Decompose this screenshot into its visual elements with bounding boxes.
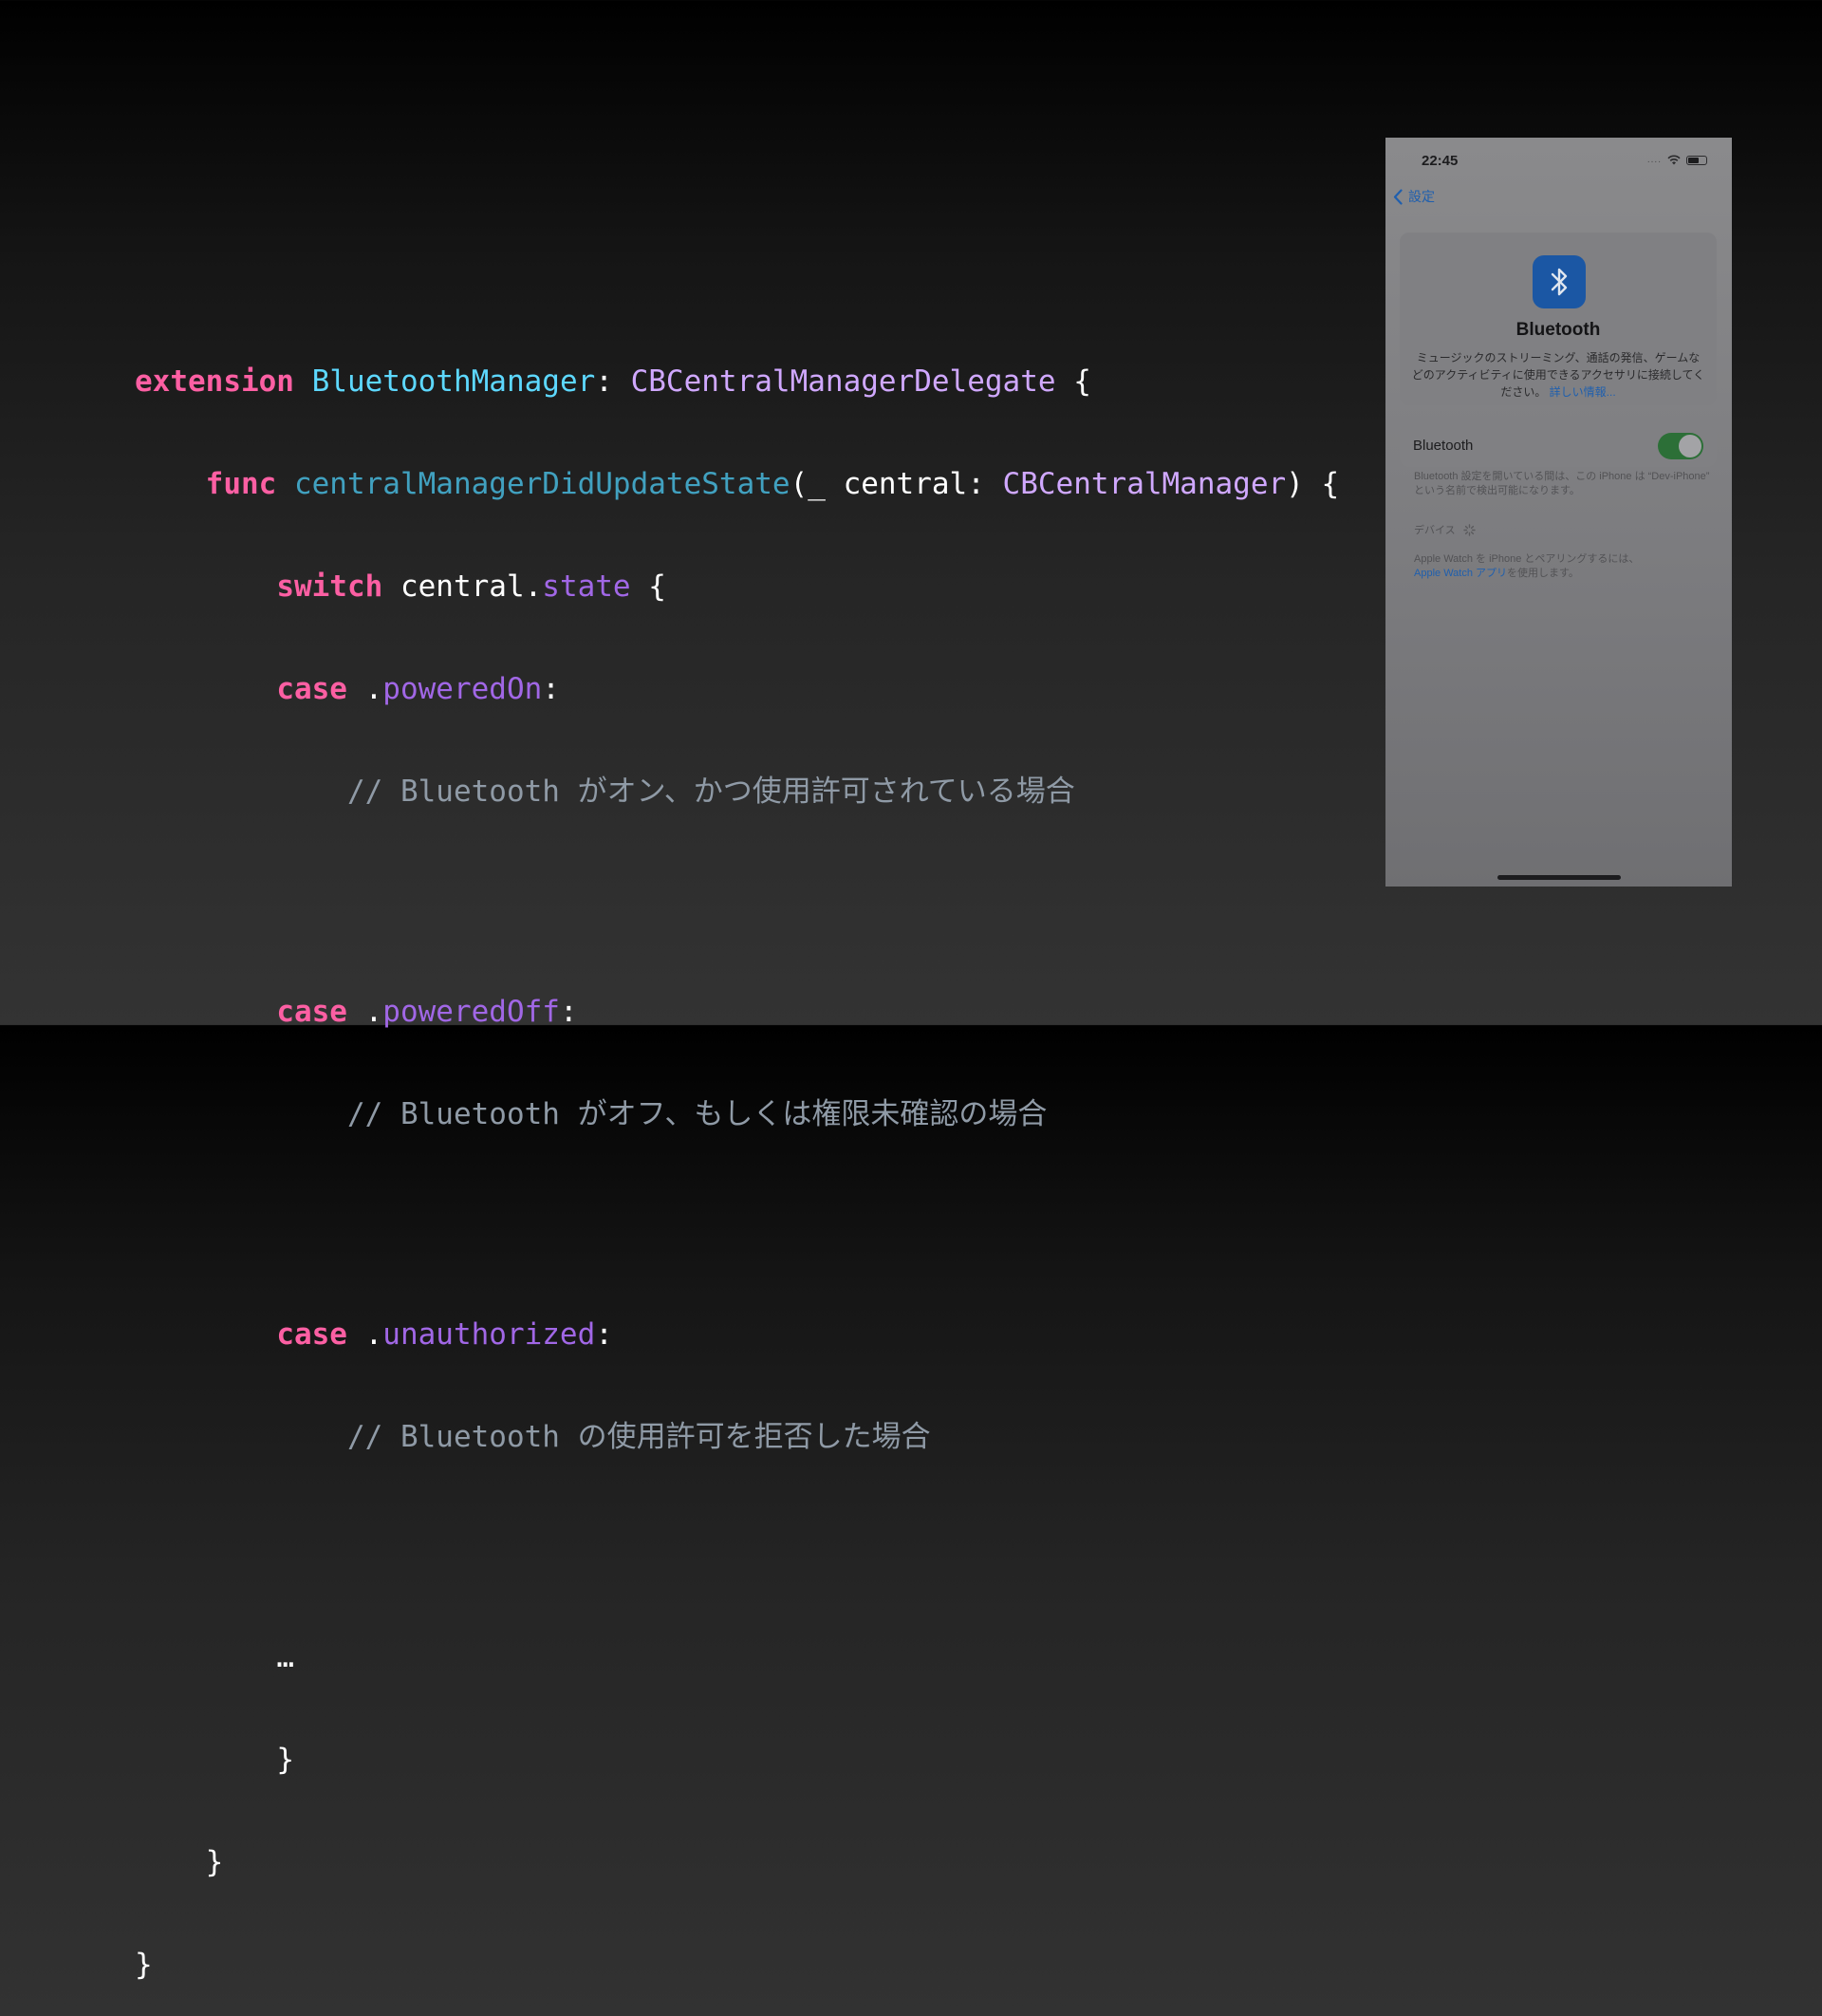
bluetooth-info-card: Bluetooth ミュージックのストリーミング、通話の発信、ゲームなどのアクテ… bbox=[1400, 233, 1717, 405]
battery-level bbox=[1688, 157, 1699, 163]
function-name: centralManagerDidUpdateState bbox=[293, 467, 790, 501]
phone-screenshot: 22:45 .... 設定 Bluetooth ミュージックのストリーミング、通… bbox=[1385, 138, 1732, 887]
home-indicator[interactable] bbox=[1497, 875, 1621, 880]
code-line-case-powered-on: case .poweredOn: bbox=[276, 672, 560, 706]
devices-header-label: デバイス bbox=[1414, 525, 1456, 536]
card-title: Bluetooth bbox=[1515, 320, 1601, 340]
protocol-name: CBCentralManagerDelegate bbox=[630, 364, 1056, 399]
param-type: CBCentralManager bbox=[1002, 467, 1287, 501]
code-line-close-switch: } bbox=[276, 1743, 294, 1777]
devices-section-header: デバイス bbox=[1414, 522, 1476, 537]
type-name: BluetoothManager bbox=[311, 364, 596, 399]
toggle-knob bbox=[1679, 435, 1701, 457]
code-line-close-func: } bbox=[205, 1845, 224, 1879]
keyword: case bbox=[276, 672, 347, 706]
bluetooth-toggle[interactable] bbox=[1658, 433, 1703, 459]
bluetooth-toggle-label: Bluetooth bbox=[1413, 438, 1474, 454]
code-line-func: func centralManagerDidUpdateState(_ cent… bbox=[205, 467, 1340, 501]
chevron-left-icon bbox=[1393, 188, 1403, 205]
code-line-case-unauthorized: case .unauthorized: bbox=[276, 1317, 613, 1352]
status-time: 22:45 bbox=[1422, 153, 1459, 169]
code-line-close-extension: } bbox=[135, 1948, 153, 1982]
signal-icon: .... bbox=[1646, 155, 1662, 165]
bluetooth-toggle-row: Bluetooth bbox=[1400, 425, 1717, 467]
member-name: state bbox=[542, 569, 631, 604]
code-comment: // Bluetooth がオン、かつ使用許可されている場合 bbox=[346, 775, 1075, 809]
apple-watch-app-link[interactable]: Apple Watch アプリ bbox=[1414, 568, 1507, 579]
bluetooth-icon bbox=[1551, 268, 1568, 296]
code-spacer bbox=[135, 1200, 1339, 1249]
enum-case: unauthorized bbox=[382, 1317, 596, 1352]
keyword: func bbox=[205, 467, 277, 501]
code-spacer bbox=[135, 1522, 1339, 1572]
code-line-comment: // Bluetooth がオフ、もしくは権限未確認の場合 bbox=[135, 1097, 1339, 1131]
keyword: switch bbox=[276, 569, 383, 604]
wifi-icon bbox=[1667, 155, 1681, 165]
enum-case: poweredOff bbox=[382, 995, 560, 1029]
battery-icon bbox=[1686, 155, 1707, 165]
code-line-ellipsis: … bbox=[276, 1640, 294, 1674]
learn-more-link[interactable]: 詳しい情報... bbox=[1550, 385, 1616, 399]
status-bar-icons: .... bbox=[1647, 155, 1707, 165]
code-line-switch: switch central.state { bbox=[276, 569, 666, 604]
code-spacer bbox=[135, 877, 1339, 926]
bluetooth-app-icon bbox=[1533, 255, 1586, 308]
code-block: extension BluetoothManager: CBCentralMan… bbox=[135, 296, 1339, 2016]
spinner-icon bbox=[1462, 523, 1476, 536]
keyword: case bbox=[276, 1317, 347, 1352]
code-line-extension: extension BluetoothManager: CBCentralMan… bbox=[135, 364, 1091, 399]
keyword: extension bbox=[135, 364, 294, 399]
code-comment: // Bluetooth の使用許可を拒否した場合 bbox=[346, 1420, 931, 1454]
code-comment: // Bluetooth がオフ、もしくは権限未確認の場合 bbox=[346, 1097, 1048, 1131]
back-button-label: 設定 bbox=[1408, 189, 1435, 204]
discoverable-footnote: Bluetooth 設定を開いている間は、この iPhone は “Dev-iP… bbox=[1414, 471, 1710, 496]
code-line-comment: // Bluetooth がオン、かつ使用許可されている場合 bbox=[135, 775, 1339, 809]
code-line-case-powered-off: case .poweredOff: bbox=[276, 995, 578, 1029]
code-line-comment: // Bluetooth の使用許可を拒否した場合 bbox=[135, 1420, 1339, 1454]
pair-note: Apple Watch を iPhone とペアリングするには、 Apple Wa… bbox=[1414, 553, 1640, 579]
keyword: case bbox=[276, 995, 347, 1029]
enum-case: poweredOn bbox=[382, 672, 543, 706]
card-description: ミュージックのストリーミング、通話の発信、ゲームなどのアクティビティに使用できる… bbox=[1411, 351, 1705, 399]
back-button[interactable]: 設定 bbox=[1393, 187, 1435, 206]
